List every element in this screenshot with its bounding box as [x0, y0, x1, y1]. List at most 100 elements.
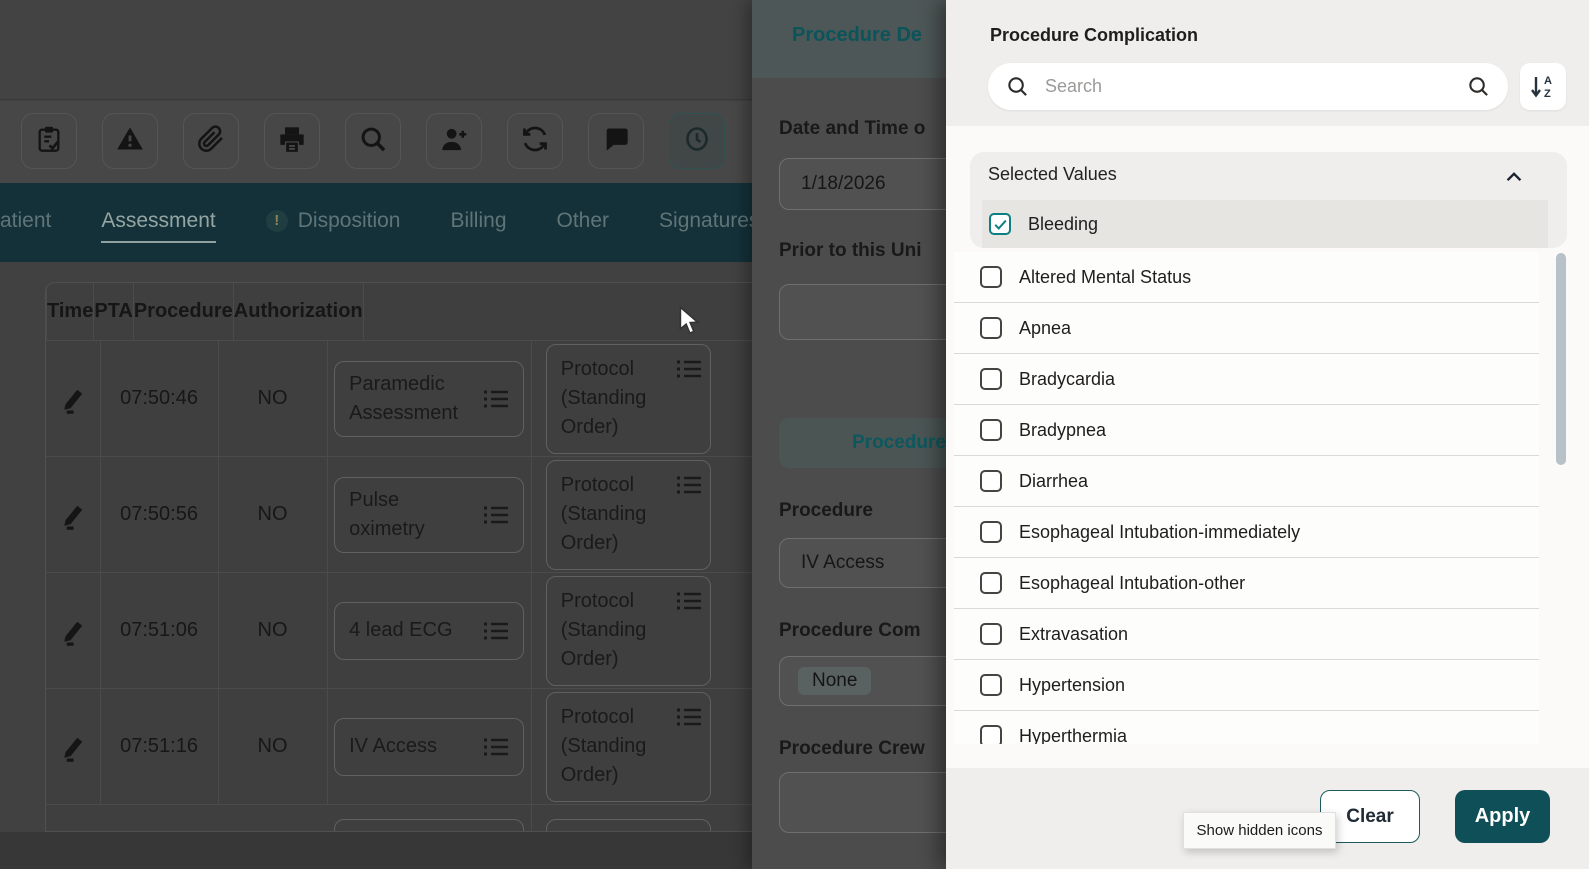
pta-cell: NO: [219, 573, 328, 688]
svg-text:Z: Z: [1544, 88, 1551, 100]
procedure-chip[interactable]: Paramedic Assessment: [334, 360, 525, 437]
option-row[interactable]: Esophageal Intubation-other: [954, 558, 1539, 609]
tab-item[interactable]: ! Other: [557, 209, 610, 237]
unchecked-checkbox[interactable]: [980, 419, 1002, 441]
list-icon: [484, 390, 509, 407]
selected-option-label: Bleeding: [1028, 213, 1099, 234]
table-row: 07:51:06 NO 4 lead ECG Protocol (Standin…: [46, 573, 752, 689]
clipboard-check-button[interactable]: [21, 113, 77, 169]
option-row[interactable]: Diarrhea: [954, 456, 1539, 507]
option-row[interactable]: Hypertension: [954, 660, 1539, 711]
procedure-label: Procedure: [779, 500, 873, 521]
pta-cell: NO: [219, 689, 328, 804]
time-cell: 07:50:46: [101, 341, 219, 456]
app-header-band: [0, 0, 752, 100]
option-label: Esophageal Intubation-immediately: [1019, 521, 1301, 542]
search-submit-icon[interactable]: [1467, 75, 1490, 98]
option-row[interactable]: Hyperthermia: [954, 711, 1539, 744]
unchecked-checkbox[interactable]: [980, 266, 1002, 288]
add-person-button[interactable]: [426, 113, 482, 169]
collapse-section-button[interactable]: [1503, 166, 1525, 188]
tab-item[interactable]: ! Disposition: [265, 209, 400, 237]
print-button[interactable]: [264, 113, 320, 169]
drawer-title: Procedure De: [792, 24, 923, 46]
list-icon: [676, 708, 701, 725]
unchecked-checkbox[interactable]: [980, 521, 1002, 543]
procedure-chip[interactable]: Pulse oximetry: [334, 476, 525, 553]
list-icon: [484, 738, 509, 755]
search-bar[interactable]: [988, 63, 1508, 110]
unchecked-checkbox[interactable]: [980, 368, 1002, 390]
search-icon: [359, 125, 387, 158]
option-row[interactable]: Bradycardia: [954, 354, 1539, 405]
table-row-partial: [46, 805, 752, 831]
unchecked-checkbox[interactable]: [980, 317, 1002, 339]
edit-row-button[interactable]: [46, 689, 101, 804]
list-scrollbar[interactable]: [1556, 253, 1566, 465]
procedure-field[interactable]: IV Access: [779, 538, 946, 588]
person-add-icon: [440, 125, 468, 158]
procedure-chip[interactable]: IV Access: [334, 717, 525, 776]
list-icon: [676, 476, 701, 493]
table-header-cell: Procedure: [134, 283, 234, 340]
option-label: Diarrhea: [1019, 470, 1089, 491]
edit-row-button[interactable]: [46, 457, 101, 572]
selected-option-row[interactable]: Bleeding: [982, 200, 1548, 248]
unchecked-checkbox[interactable]: [980, 674, 1002, 696]
tab-item[interactable]: ! Assessment: [101, 209, 216, 243]
option-label: Esophageal Intubation-other: [1019, 572, 1246, 593]
option-label: Hypertension: [1019, 674, 1126, 695]
clock-icon: [683, 125, 711, 158]
checked-checkbox[interactable]: [989, 213, 1011, 235]
pta-cell: NO: [219, 457, 328, 572]
alert-button[interactable]: [102, 113, 158, 169]
history-clock-button[interactable]: [669, 113, 725, 169]
authorization-chip[interactable]: Protocol (Standing Order): [545, 575, 711, 686]
procedure-complication-label: Procedure Com: [779, 620, 921, 641]
sync-button[interactable]: [507, 113, 563, 169]
procedure-section-tab[interactable]: Procedure: [779, 418, 946, 468]
tab-item[interactable]: ! atient: [0, 209, 51, 237]
apply-button[interactable]: Apply: [1455, 790, 1550, 843]
alert-triangle-icon: [116, 125, 144, 158]
option-row[interactable]: Esophageal Intubation-immediately: [954, 507, 1539, 558]
authorization-chip[interactable]: Protocol (Standing Order): [545, 691, 711, 802]
unchecked-checkbox[interactable]: [980, 623, 1002, 645]
search-record-button[interactable]: [345, 113, 401, 169]
procedure-complication-field[interactable]: None: [779, 656, 946, 706]
table-row: 07:50:56 NO Pulse oximetry Protocol (Sta…: [46, 457, 752, 573]
option-row[interactable]: Bradypnea: [954, 405, 1539, 456]
option-row[interactable]: Altered Mental Status: [954, 252, 1539, 303]
procedure-crew-field[interactable]: [779, 772, 946, 833]
list-icon: [676, 592, 701, 609]
mouse-cursor: [678, 305, 700, 341]
unchecked-checkbox[interactable]: [980, 572, 1002, 594]
selected-values-section: Selected Values Bleeding: [970, 152, 1567, 248]
background-app: ! atient ! Assessment ! Disposition ! Bi…: [0, 0, 752, 869]
date-field[interactable]: 1/18/2026: [779, 158, 946, 210]
unchecked-checkbox[interactable]: [980, 725, 1002, 744]
tab-item[interactable]: ! Signatures: [659, 209, 752, 237]
time-cell: 07:51:16: [101, 689, 219, 804]
time-cell: 07:51:06: [101, 573, 219, 688]
procedure-chip[interactable]: 4 lead ECG: [334, 601, 525, 660]
app-content: Time PTA Procedure Authorization 07:50:46 N…: [0, 262, 752, 869]
unchecked-checkbox[interactable]: [980, 470, 1002, 492]
search-input[interactable]: [1043, 75, 1453, 98]
authorization-chip[interactable]: Protocol (Standing Order): [545, 343, 711, 454]
option-row[interactable]: Apnea: [954, 303, 1539, 354]
paperclip-icon: [197, 124, 225, 158]
option-row[interactable]: Extravasation: [954, 609, 1539, 660]
sort-button[interactable]: A Z: [1520, 63, 1566, 110]
pta-cell: NO: [219, 341, 328, 456]
tab-item[interactable]: ! Billing: [450, 209, 506, 237]
chat-button[interactable]: [588, 113, 644, 169]
edit-row-button[interactable]: [46, 341, 101, 456]
authorization-cell: Protocol (Standing Order): [532, 573, 752, 688]
authorization-chip[interactable]: Protocol (Standing Order): [545, 459, 711, 570]
list-icon: [676, 360, 701, 377]
edit-row-button[interactable]: [46, 573, 101, 688]
prior-unit-select[interactable]: [779, 284, 946, 340]
attachment-button[interactable]: [183, 113, 239, 169]
procedure-crew-label: Procedure Crew: [779, 738, 925, 759]
